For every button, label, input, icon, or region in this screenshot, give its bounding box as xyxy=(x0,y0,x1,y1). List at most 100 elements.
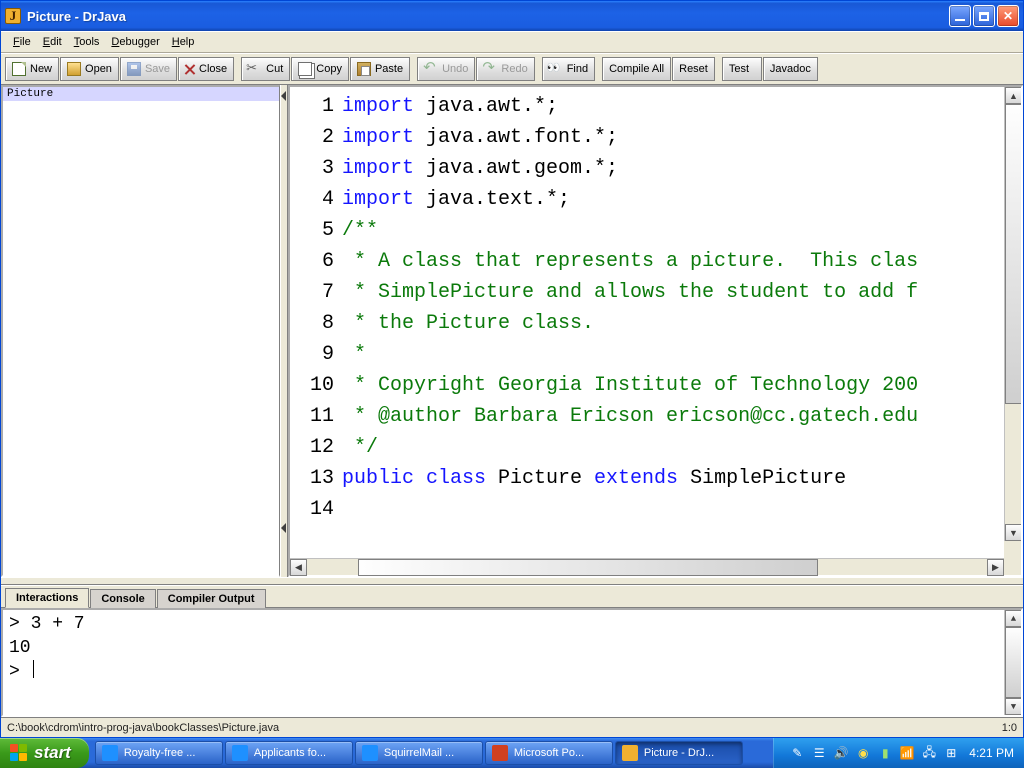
scroll-left-icon[interactable]: ◀ xyxy=(290,559,307,576)
undo-icon xyxy=(424,62,438,76)
window-title: Picture - DrJava xyxy=(27,9,949,24)
taskbar-item-icon xyxy=(102,745,118,761)
find-button[interactable]: Find xyxy=(542,57,595,81)
copy-button[interactable]: Copy xyxy=(291,57,349,81)
paste-icon xyxy=(357,62,371,76)
open-button[interactable]: Open xyxy=(60,57,119,81)
menu-edit[interactable]: Edit xyxy=(37,34,68,50)
menu-tools[interactable]: Tools xyxy=(68,34,106,50)
file-list-pane: Picture xyxy=(1,85,280,577)
close-icon xyxy=(185,64,195,74)
new-button[interactable]: New xyxy=(5,57,59,81)
line-gutter: 1234567891011121314 xyxy=(290,87,340,558)
compile-all-button[interactable]: Compile All xyxy=(602,57,671,81)
cut-button[interactable]: Cut xyxy=(241,57,290,81)
minimize-button[interactable] xyxy=(949,5,971,27)
undo-button[interactable]: Undo xyxy=(417,57,475,81)
file-item-picture[interactable]: Picture xyxy=(3,87,279,101)
toolbar: New Open Save Close Cut Copy Paste Undo … xyxy=(1,53,1023,85)
scroll-right-icon[interactable]: ▶ xyxy=(987,559,1004,576)
interactions-pane[interactable]: > 3 + 7 10 > ▲ ▼ xyxy=(1,608,1023,717)
scroll-thumb[interactable] xyxy=(1005,627,1022,698)
tray-signal-icon[interactable]: 📶 xyxy=(899,745,915,761)
system-tray[interactable]: ✎ ☰ 🔊 ◉ ▮ 📶 🖧 ⊞ 4:21 PM xyxy=(773,738,1024,768)
taskbar-item-label: SquirrelMail ... xyxy=(384,747,454,759)
tray-icon[interactable]: ⊞ xyxy=(943,745,959,761)
interactions-prompt: > xyxy=(9,660,1015,684)
taskbar-item-icon xyxy=(362,745,378,761)
scroll-down-icon[interactable]: ▼ xyxy=(1005,698,1022,715)
save-button[interactable]: Save xyxy=(120,57,177,81)
tab-console[interactable]: Console xyxy=(90,589,155,608)
tray-volume-icon[interactable]: 🔊 xyxy=(833,745,849,761)
taskbar-item-label: Picture - DrJ... xyxy=(644,747,714,759)
editor-pane: 1234567891011121314 import java.awt.*;im… xyxy=(288,85,1023,577)
taskbar-item-icon xyxy=(492,745,508,761)
taskbar-item[interactable]: Picture - DrJ... xyxy=(615,741,743,765)
tab-interactions[interactable]: Interactions xyxy=(5,588,89,608)
titlebar[interactable]: J Picture - DrJava ✕ xyxy=(1,1,1023,31)
menu-help[interactable]: Help xyxy=(166,34,201,50)
windows-logo-icon xyxy=(10,744,28,762)
bottom-tabs: Interactions Console Compiler Output xyxy=(1,586,1023,608)
new-icon xyxy=(12,62,26,76)
tray-icon[interactable]: ✎ xyxy=(789,745,805,761)
scroll-up-icon[interactable]: ▲ xyxy=(1005,610,1022,627)
taskbar-item-icon xyxy=(622,745,638,761)
tab-compiler-output[interactable]: Compiler Output xyxy=(157,589,266,608)
menu-debugger[interactable]: Debugger xyxy=(105,34,165,50)
file-list[interactable]: Picture xyxy=(3,87,279,575)
horizontal-splitter[interactable] xyxy=(1,577,1023,585)
taskbar-item-label: Microsoft Po... xyxy=(514,747,584,759)
menubar: File Edit Tools Debugger Help xyxy=(1,31,1023,53)
scroll-corner xyxy=(1004,541,1021,558)
javadoc-button[interactable]: Javadoc xyxy=(763,57,818,81)
editor-horizontal-scrollbar[interactable]: ◀ ▶ xyxy=(290,558,1004,575)
taskbar-clock[interactable]: 4:21 PM xyxy=(969,746,1014,760)
tray-icon[interactable]: ▮ xyxy=(877,745,893,761)
collapse-left-icon[interactable] xyxy=(281,523,286,533)
code-area[interactable]: import java.awt.*;import java.awt.font.*… xyxy=(340,87,1004,558)
app-window: J Picture - DrJava ✕ File Edit Tools Deb… xyxy=(0,0,1024,738)
taskbar-item-icon xyxy=(232,745,248,761)
paste-button[interactable]: Paste xyxy=(350,57,410,81)
tray-network-icon[interactable]: 🖧 xyxy=(921,745,937,761)
taskbar-item-label: Applicants fo... xyxy=(254,747,326,759)
close-file-button[interactable]: Close xyxy=(178,57,234,81)
vertical-splitter[interactable] xyxy=(280,85,288,577)
status-cursor-pos: 1:0 xyxy=(1002,722,1017,734)
editor[interactable]: 1234567891011121314 import java.awt.*;im… xyxy=(290,87,1021,558)
reset-button[interactable]: Reset xyxy=(672,57,715,81)
test-button[interactable]: Test xyxy=(722,57,762,81)
taskbar-item-label: Royalty-free ... xyxy=(124,747,196,759)
tray-shield-icon[interactable]: ◉ xyxy=(855,745,871,761)
statusbar: C:\book\cdrom\intro-prog-java\bookClasse… xyxy=(1,717,1023,737)
interactions-vertical-scrollbar[interactable]: ▲ ▼ xyxy=(1004,610,1021,715)
cut-icon xyxy=(248,62,262,76)
tray-icon[interactable]: ☰ xyxy=(811,745,827,761)
taskbar-item[interactable]: Microsoft Po... xyxy=(485,741,613,765)
scroll-down-icon[interactable]: ▼ xyxy=(1005,524,1021,541)
collapse-left-icon[interactable] xyxy=(281,91,286,101)
app-icon: J xyxy=(5,8,21,24)
scroll-thumb[interactable] xyxy=(1005,104,1021,404)
interactions-line: 10 xyxy=(9,636,1015,660)
menu-file[interactable]: File xyxy=(7,34,37,50)
taskbar-item[interactable]: SquirrelMail ... xyxy=(355,741,483,765)
maximize-button[interactable] xyxy=(973,5,995,27)
scroll-up-icon[interactable]: ▲ xyxy=(1005,87,1021,104)
caret-icon xyxy=(33,660,34,678)
scroll-thumb[interactable] xyxy=(358,559,818,576)
interactions-line: > 3 + 7 xyxy=(9,612,1015,636)
start-button[interactable]: start xyxy=(0,738,89,768)
close-button[interactable]: ✕ xyxy=(997,5,1019,27)
taskbar: start Royalty-free ... Applicants fo... Sq… xyxy=(0,738,1024,768)
taskbar-item[interactable]: Royalty-free ... xyxy=(95,741,223,765)
find-icon xyxy=(549,62,563,76)
taskbar-item[interactable]: Applicants fo... xyxy=(225,741,353,765)
redo-button[interactable]: Redo xyxy=(476,57,534,81)
editor-vertical-scrollbar[interactable]: ▲ ▼ xyxy=(1004,87,1021,558)
status-path: C:\book\cdrom\intro-prog-java\bookClasse… xyxy=(7,722,279,734)
bottom-panel: Interactions Console Compiler Output > 3… xyxy=(1,585,1023,737)
editor-split: Picture 1234567891011121314 import java.… xyxy=(1,85,1023,577)
